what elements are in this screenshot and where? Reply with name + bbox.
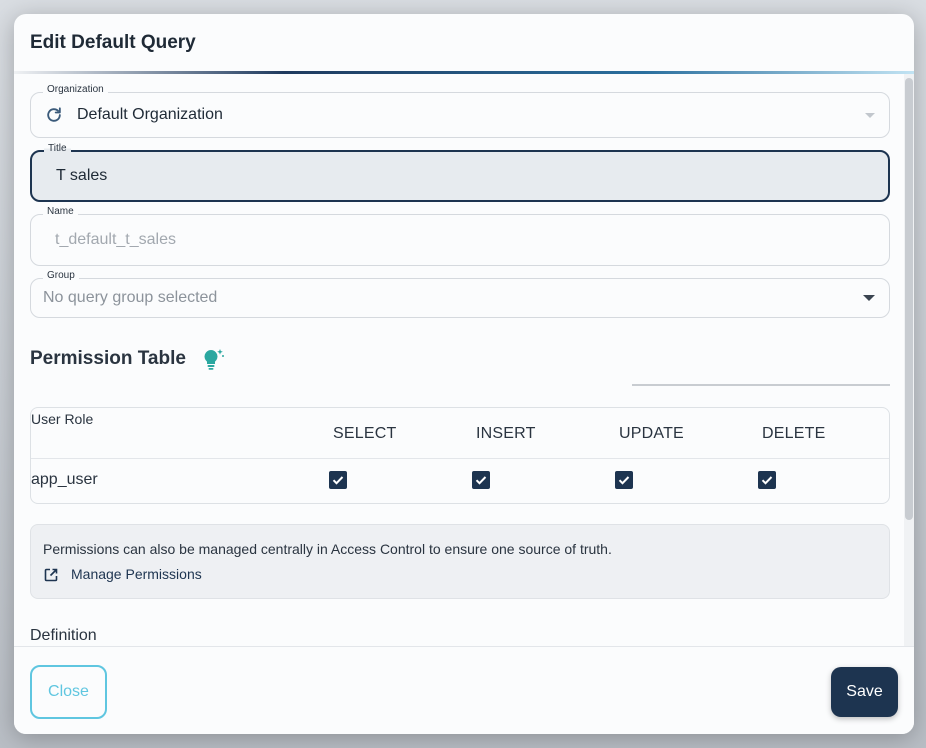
name-label: Name <box>43 206 78 217</box>
column-header-user-role: User Role <box>31 411 94 427</box>
permission-table: User Role SELECT INSERT UPDATE DELETE ap… <box>30 407 890 504</box>
organization-label: Organization <box>43 84 108 95</box>
permission-table-heading: Permission Table <box>30 348 186 369</box>
title-field[interactable]: Title T sales <box>30 143 890 202</box>
title-label: Title <box>44 143 71 154</box>
save-button[interactable]: Save <box>831 667 898 717</box>
scrollbar-thumb[interactable] <box>905 78 913 520</box>
update-checkbox[interactable] <box>615 471 633 489</box>
table-search-input[interactable] <box>632 384 890 386</box>
close-button[interactable]: Close <box>30 665 107 719</box>
table-row-role: app_user <box>31 471 98 488</box>
dialog-header: Edit Default Query <box>14 14 914 74</box>
external-link-icon[interactable] <box>43 567 59 583</box>
definition-label: Definition <box>30 627 97 644</box>
group-placeholder: No query group selected <box>43 289 218 306</box>
manage-permissions-link[interactable]: Manage Permissions <box>71 566 202 582</box>
title-value[interactable]: T sales <box>56 167 107 185</box>
name-placeholder[interactable]: t_default_t_sales <box>55 231 176 249</box>
name-field[interactable]: Name t_default_t_sales <box>30 206 890 266</box>
select-checkbox[interactable] <box>329 471 347 489</box>
delete-checkbox[interactable] <box>758 471 776 489</box>
column-header-select: SELECT <box>333 425 397 442</box>
organization-select[interactable]: Organization Default Organization <box>30 84 890 138</box>
organization-value: Default Organization <box>77 106 223 123</box>
dialog-title: Edit Default Query <box>30 32 196 53</box>
row-divider <box>31 458 889 459</box>
column-header-delete: DELETE <box>762 425 826 442</box>
edit-query-dialog: Edit Default Query Organization Default … <box>14 14 914 734</box>
group-select[interactable]: Group No query group selected <box>30 270 890 318</box>
column-header-insert: INSERT <box>476 425 536 442</box>
insert-checkbox[interactable] <box>472 471 490 489</box>
column-header-update: UPDATE <box>619 425 684 442</box>
scrollbar[interactable] <box>904 74 914 646</box>
chevron-down-icon <box>865 113 875 118</box>
group-label: Group <box>43 270 79 281</box>
lightbulb-sparkle-icon[interactable] <box>200 346 226 372</box>
chevron-down-icon[interactable] <box>863 295 875 301</box>
refresh-icon[interactable] <box>44 105 64 125</box>
dialog-footer: Close Save <box>14 646 914 734</box>
dialog-body: Organization Default Organization Title … <box>14 74 914 646</box>
info-text: Permissions can also be managed centrall… <box>43 541 612 557</box>
permissions-info-box: Permissions can also be managed centrall… <box>30 524 890 599</box>
